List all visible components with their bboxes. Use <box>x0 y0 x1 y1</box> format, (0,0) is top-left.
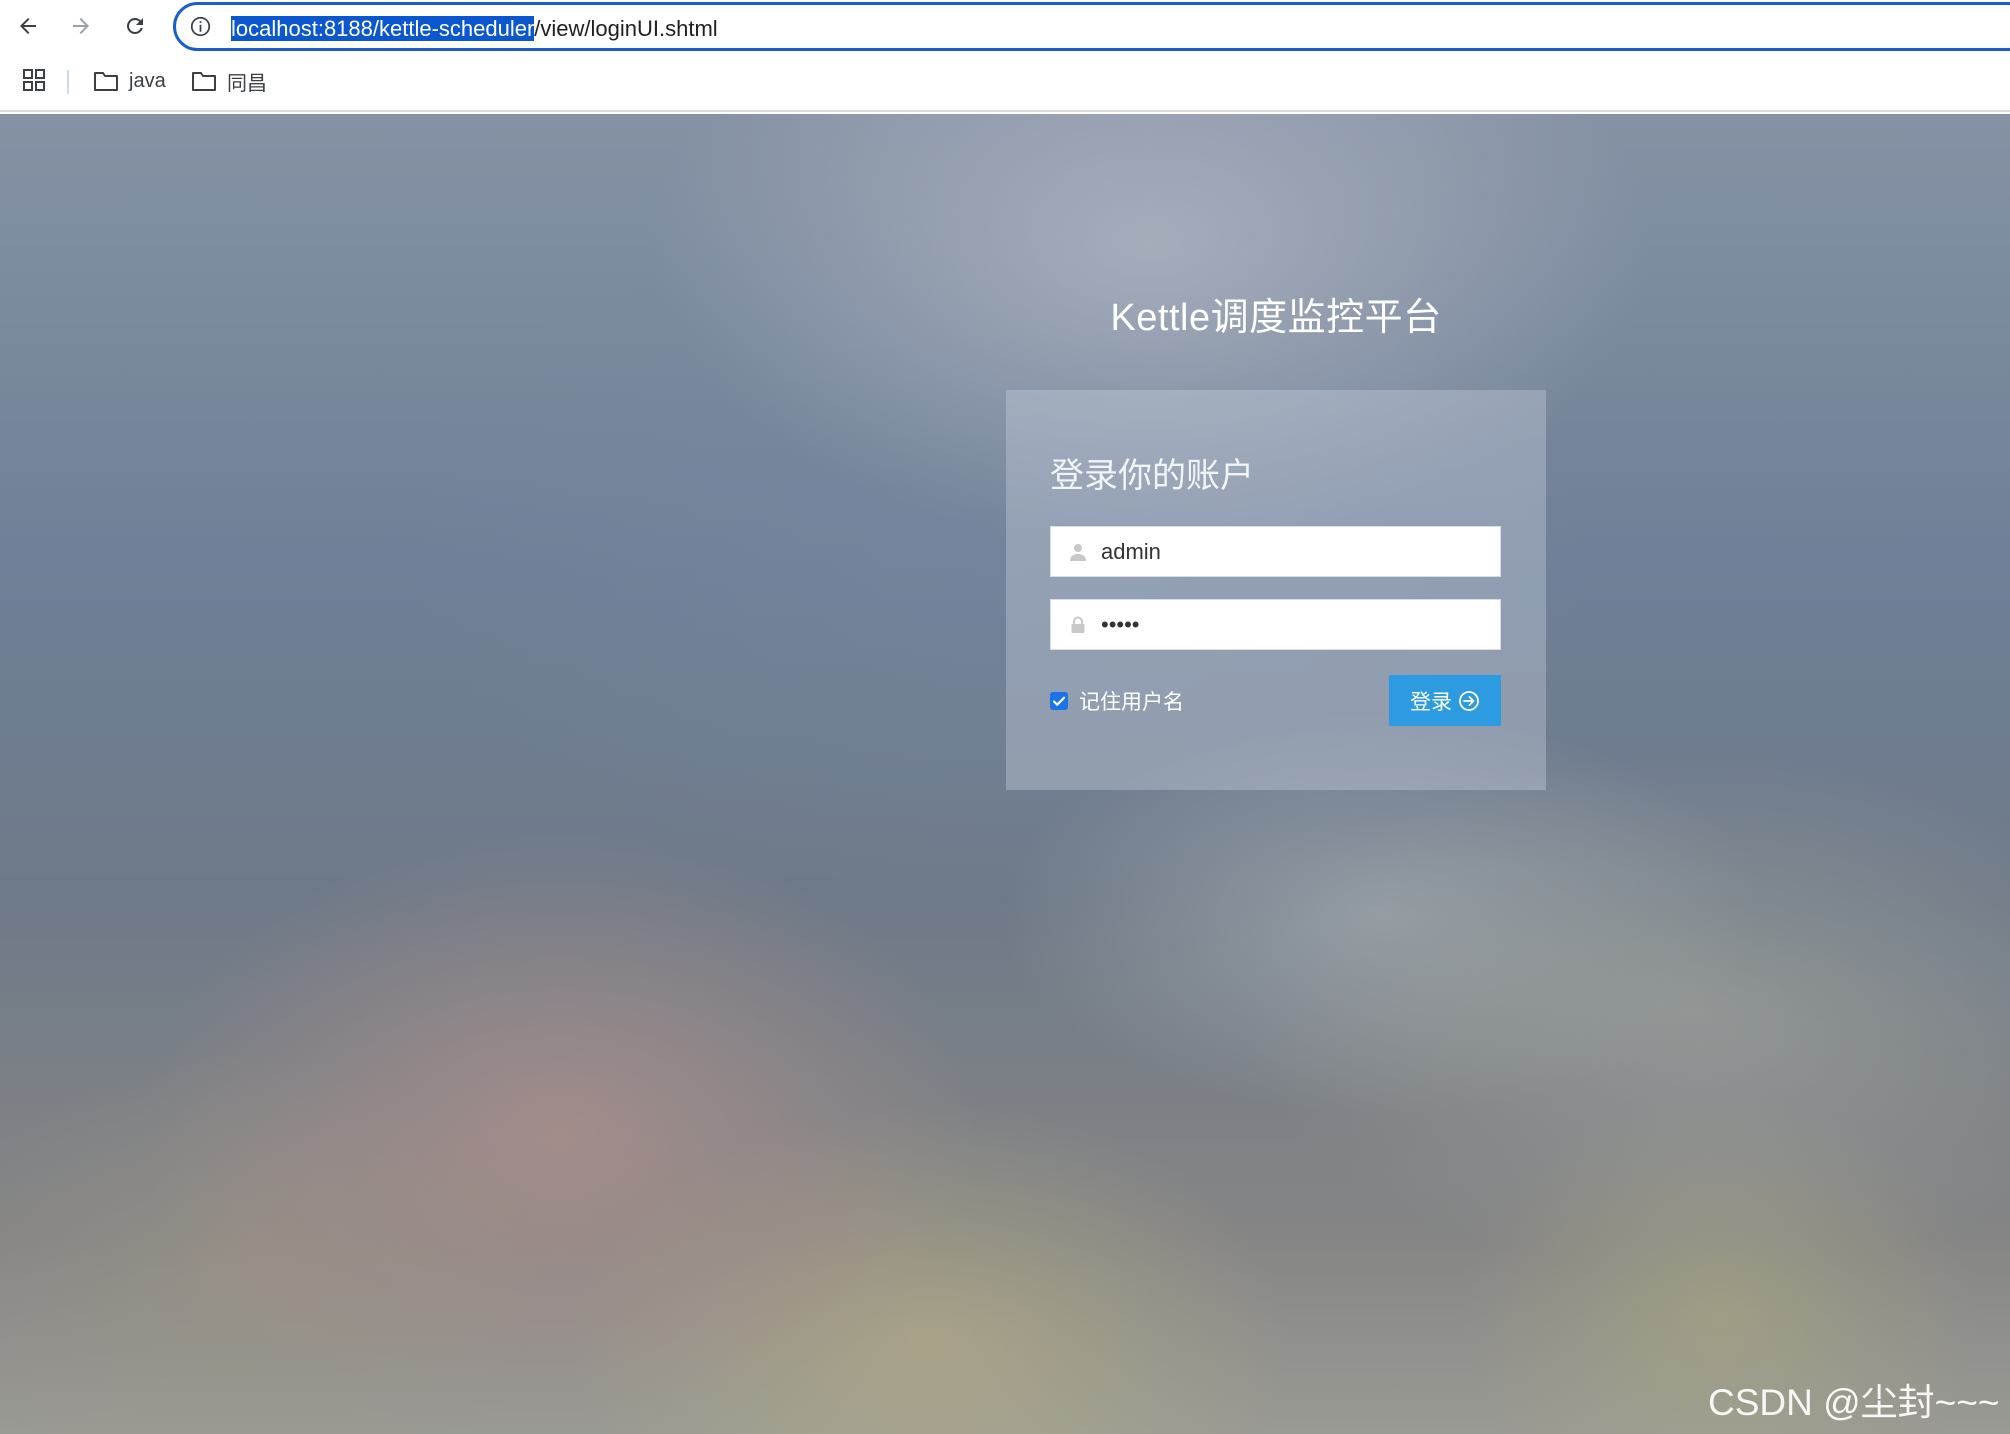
folder-icon <box>192 72 216 91</box>
user-icon <box>1070 544 1086 561</box>
remember-checkbox[interactable] <box>1050 692 1068 710</box>
reload-icon <box>126 17 143 34</box>
folder-icon <box>94 72 118 91</box>
lock-icon <box>1071 616 1085 633</box>
arrow-right-icon <box>73 18 89 34</box>
browser-toolbar: localhost:8188/kettle-scheduler/view/log… <box>0 0 2010 52</box>
url-text[interactable]: localhost:8188/kettle-scheduler/view/log… <box>231 15 718 43</box>
bookmark-folder-java[interactable]: java <box>93 66 166 96</box>
checkmark-icon <box>1052 696 1066 706</box>
bookmark-label: 同昌 <box>227 72 267 95</box>
url-selected-text: localhost:8188/kettle-scheduler <box>231 16 535 41</box>
arrow-circle-right-icon <box>1459 690 1479 711</box>
login-form: 登录你的账户 记住用户名 登录 <box>1006 390 1546 790</box>
bookmarks-separator <box>67 70 69 94</box>
address-bar[interactable]: localhost:8188/kettle-scheduler/view/log… <box>173 2 2010 51</box>
info-icon[interactable] <box>190 16 211 37</box>
login-heading: 登录你的账户 <box>1050 457 1254 495</box>
reload-button[interactable] <box>117 8 153 44</box>
csdn-watermark: CSDN @尘封~~~ <box>1708 1382 2000 1423</box>
login-page: Kettle调度监控平台 登录你的账户 记住用户名 登录 <box>0 114 2010 1434</box>
remember-username[interactable]: 记住用户名 <box>1050 688 1184 714</box>
bookmark-folder-tongchang[interactable]: 同昌 <box>191 66 267 96</box>
remember-label: 记住用户名 <box>1079 691 1184 714</box>
bookmarks-bar: java 同昌 <box>0 52 2010 112</box>
password-field[interactable] <box>1050 599 1501 650</box>
back-button[interactable] <box>10 8 46 44</box>
page-title: Kettle调度监控平台 <box>1110 297 1442 339</box>
forward-button[interactable] <box>63 8 99 44</box>
password-input[interactable] <box>1101 600 1491 649</box>
username-field[interactable] <box>1050 526 1501 577</box>
bookmark-label: java <box>129 69 166 92</box>
login-button-label: 登录 <box>1410 690 1452 714</box>
arrow-left-icon <box>20 18 36 34</box>
login-button[interactable]: 登录 <box>1389 675 1501 726</box>
apps-grid-icon[interactable] <box>22 68 46 92</box>
username-input[interactable] <box>1101 527 1491 576</box>
url-rest-text: /view/loginUI.shtml <box>534 16 718 41</box>
